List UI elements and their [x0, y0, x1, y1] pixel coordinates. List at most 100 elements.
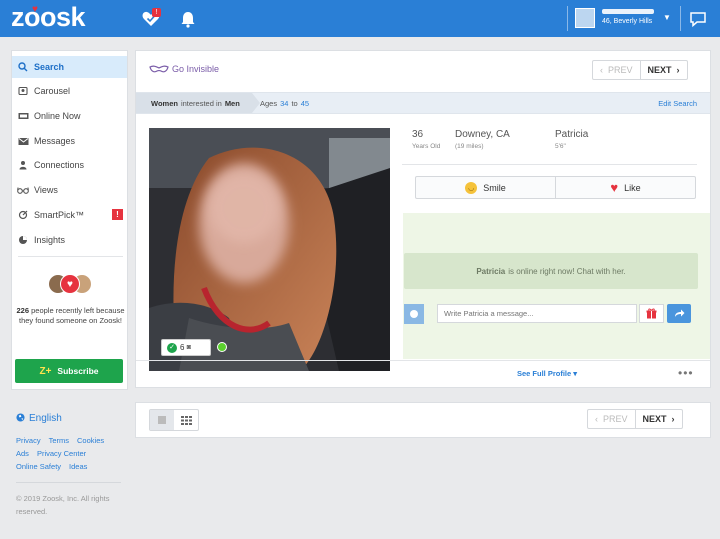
- photo-count: 6: [180, 343, 185, 352]
- filter-gender-men: Men: [224, 98, 240, 108]
- sidebar-item-search[interactable]: Search: [12, 56, 127, 78]
- location-value: Downey, CA: [455, 129, 510, 140]
- next-button[interactable]: NEXT ›: [636, 410, 682, 428]
- promo-message: people recently left because they found …: [19, 306, 125, 325]
- carousel-icon: [17, 85, 29, 97]
- filter-age-max: 45: [300, 98, 310, 108]
- smile-button[interactable]: ◡ Smile: [416, 177, 555, 198]
- view-toggle: [149, 409, 199, 431]
- filter-ages-prefix: Ages: [260, 98, 278, 108]
- sidebar: Search Carousel Online Now Messages Conn…: [11, 50, 128, 390]
- more-options-icon[interactable]: •••: [678, 366, 694, 380]
- sidebar-item-label: Views: [34, 185, 58, 195]
- see-full-profile-link[interactable]: See Full Profile ▾: [517, 369, 577, 378]
- logo-text: zoosk: [11, 2, 86, 32]
- sidebar-item-label: Connections: [34, 160, 85, 170]
- top-separator: [567, 6, 568, 31]
- profile-photo[interactable]: [149, 128, 390, 371]
- sidebar-divider: [18, 256, 123, 257]
- promo-text: 226 people recently left because they fo…: [16, 306, 125, 326]
- footer-link-cookies[interactable]: Cookies: [77, 436, 104, 445]
- like-button[interactable]: ♥ Like: [555, 177, 695, 198]
- footer-link-terms[interactable]: Terms: [49, 436, 69, 445]
- grid-view-button[interactable]: [174, 410, 198, 430]
- next-button[interactable]: NEXT ›: [641, 61, 687, 79]
- online-name: Patricia: [476, 266, 506, 276]
- top-separator: [680, 6, 681, 31]
- user-avatar-icon[interactable]: [575, 8, 595, 28]
- camera-icon: ◙: [186, 344, 191, 351]
- footer-link-privacy-center[interactable]: Privacy Center: [37, 449, 86, 458]
- gift-icon[interactable]: [639, 304, 664, 323]
- prev-button[interactable]: ‹ PREV: [588, 410, 636, 428]
- sidebar-item-connections[interactable]: Connections: [12, 154, 127, 176]
- single-view-icon: [158, 416, 166, 424]
- zoosk-logo[interactable]: zoosk ♥: [11, 2, 86, 33]
- user-name-redacted: [602, 9, 654, 14]
- user-location: 46, Beverly Hills: [602, 18, 653, 25]
- card-divider: [136, 360, 710, 361]
- height-label: 5'6": [555, 143, 566, 150]
- bell-icon[interactable]: [178, 9, 198, 29]
- sidebar-item-label: Search: [34, 62, 65, 72]
- footer-links-row: Privacy Terms Cookies: [16, 436, 126, 445]
- insights-icon: [17, 234, 29, 246]
- sidebar-item-smartpick[interactable]: SmartPick™ !: [12, 204, 127, 226]
- prev-button[interactable]: ‹ PREV: [593, 61, 641, 79]
- filter-age-min: 34: [280, 98, 289, 108]
- send-button[interactable]: [667, 304, 691, 323]
- verified-check-icon: ✓: [167, 342, 177, 353]
- sidebar-item-online-now[interactable]: Online Now: [12, 105, 127, 127]
- filter-gender-mid: interested in: [180, 98, 222, 108]
- sidebar-item-insights[interactable]: Insights: [12, 229, 127, 251]
- go-invisible-label: Go Invisible: [172, 64, 220, 74]
- distance-label: (19 miles): [455, 143, 484, 150]
- envelope-icon: [17, 135, 29, 147]
- sidebar-item-views[interactable]: Views: [12, 179, 127, 201]
- promo-avatars: ♥: [48, 274, 94, 296]
- filter-gender-women: Women: [151, 98, 178, 108]
- bottom-bar: ‹ PREV NEXT ›: [135, 402, 711, 438]
- smartpick-badge: !: [112, 209, 123, 220]
- promo-count: 226: [16, 306, 30, 315]
- online-icon: [17, 110, 29, 122]
- language-selector[interactable]: English: [16, 413, 62, 424]
- caret-down-icon: ▾: [573, 369, 578, 378]
- footer-link-privacy[interactable]: Privacy: [16, 436, 41, 445]
- filter-age-to: to: [291, 98, 298, 108]
- age-label: Years Old: [412, 143, 441, 150]
- single-view-button[interactable]: [150, 410, 174, 430]
- edit-search-link[interactable]: Edit Search: [658, 99, 697, 108]
- online-text: is online right now! Chat with her.: [508, 266, 626, 276]
- next-label: NEXT: [642, 414, 667, 424]
- sidebar-item-label: Insights: [34, 235, 66, 245]
- footer-link-ideas[interactable]: Ideas: [69, 462, 87, 471]
- photo-count-badge[interactable]: ✓ 6 ◙: [161, 339, 211, 356]
- zoosk-plus-icon: Z+: [39, 365, 52, 377]
- name-value: Patricia: [555, 129, 589, 140]
- sidebar-item-messages[interactable]: Messages: [12, 130, 127, 152]
- profile-location: Downey, CA (19 miles): [455, 129, 510, 150]
- send-arrow-icon: [674, 309, 684, 317]
- footer-divider: [16, 482, 121, 483]
- chevron-down-icon[interactable]: ▼: [663, 13, 671, 22]
- smile-icon: ◡: [465, 181, 478, 194]
- footer-link-ads[interactable]: Ads: [16, 449, 29, 458]
- filter-ages[interactable]: Ages 34 to 45: [260, 93, 312, 113]
- search-icon: [17, 61, 29, 73]
- sidebar-item-label: Messages: [34, 136, 76, 146]
- top-pager: ‹ PREV NEXT ›: [592, 60, 688, 80]
- chat-bubble-icon[interactable]: [688, 9, 708, 29]
- message-input[interactable]: [437, 304, 637, 323]
- subscribe-button[interactable]: Z+ Subscribe: [15, 359, 123, 383]
- bottom-pager: ‹ PREV NEXT ›: [587, 409, 683, 429]
- footer-link-online-safety[interactable]: Online Safety: [16, 462, 61, 471]
- filter-gender[interactable]: Women interested in Men: [136, 93, 260, 113]
- sidebar-item-carousel[interactable]: Carousel: [12, 80, 127, 102]
- footer-links-row: Online Safety Ideas: [16, 462, 126, 471]
- mask-icon: [149, 65, 169, 72]
- profile-card: Go Invisible ‹ PREV NEXT › Women interes…: [135, 50, 711, 388]
- heart-icon: ♥: [610, 180, 619, 195]
- go-invisible-button[interactable]: Go Invisible: [149, 64, 219, 74]
- search-filter-bar: Women interested in Men Ages 34 to 45 Ed…: [136, 92, 710, 114]
